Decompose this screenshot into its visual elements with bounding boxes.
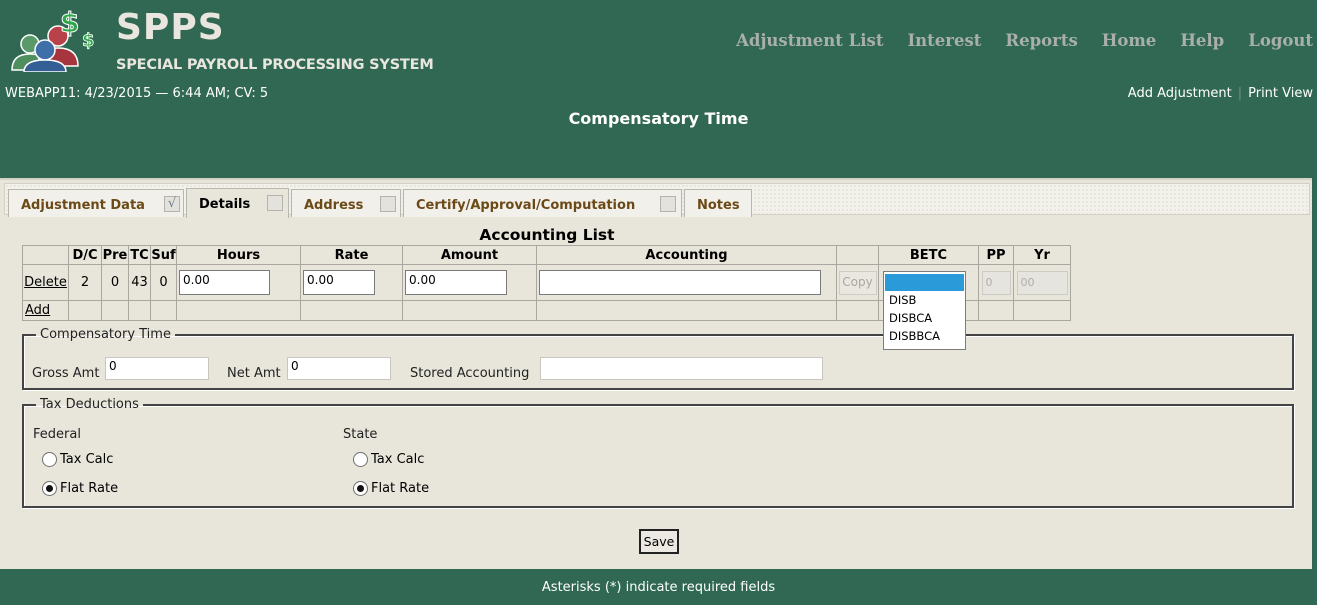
federal-flat-rate-radio[interactable] (42, 481, 57, 496)
tab-adjustment-data[interactable]: Adjustment Data √ (8, 189, 184, 217)
tab-label: Notes (697, 198, 740, 213)
logo-subtitle: SPECIAL PAYROLL PROCESSING SYSTEM (116, 57, 434, 73)
print-view-link[interactable]: Print View (1248, 86, 1313, 101)
delete-link[interactable]: Delete (24, 275, 67, 290)
betc-option-disbbca[interactable]: DISBBCA (884, 327, 965, 345)
column-header-rate: Rate (300, 245, 403, 265)
compensatory-time-fieldset: Compensatory Time Gross Amt 0 Net Amt 0 … (22, 327, 1294, 390)
betc-option-disb[interactable]: DISB (884, 291, 965, 309)
svg-text:$: $ (82, 30, 95, 51)
tax-deductions-fieldset: Tax Deductions Federal Tax Calc Flat Rat… (22, 397, 1294, 508)
column-header-copy (836, 245, 879, 265)
state-flat-rate-radio[interactable] (353, 481, 368, 496)
nav-adjustment-list[interactable]: Adjustment List (736, 30, 883, 52)
add-adjustment-link[interactable]: Add Adjustment (1128, 86, 1232, 101)
status-line: WEBAPP11: 4/23/2015 — 6:44 AM; CV: 5 (5, 86, 269, 101)
betc-option-disbca[interactable]: DISBCA (884, 309, 965, 327)
action-cell: Delete (22, 264, 69, 301)
add-link[interactable]: Add (25, 303, 50, 318)
radio-label: Flat Rate (60, 481, 119, 496)
stored-accounting-label: Stored Accounting (410, 366, 530, 381)
copy-button[interactable]: Copy (838, 270, 877, 295)
state-label: State (343, 427, 378, 442)
rate-input[interactable]: 0.00 (303, 270, 375, 295)
accounting-input[interactable] (539, 270, 821, 295)
tab-notes[interactable]: Notes (684, 189, 752, 217)
accounting-list-title: Accounting List (479, 226, 615, 244)
column-header-suf: Suf (150, 245, 177, 265)
tab-label: Certify/Approval/Computation (416, 198, 636, 213)
yr-input[interactable]: 00 (1016, 270, 1068, 295)
nav-reports[interactable]: Reports (1005, 30, 1077, 52)
footer-note: Asterisks (*) indicate required fields (541, 580, 776, 595)
column-header-pp: PP (978, 245, 1014, 265)
sublinks: Add Adjustment | Print View (1128, 86, 1313, 101)
stored-accounting-input[interactable] (540, 357, 823, 380)
logo[interactable]: $ $ SPPS SPECIAL PAYROLL PROCESSING SYST… (8, 6, 438, 73)
logo-title: SPPS (116, 7, 225, 48)
net-amt-label: Net Amt (227, 366, 281, 381)
betc-dropdown-list[interactable]: DISB DISBCA DISBBCA (883, 271, 966, 350)
link-separator: | (1237, 86, 1243, 101)
nav-help[interactable]: Help (1180, 30, 1224, 52)
tab-complete-checkbox (267, 195, 283, 211)
column-header-action (22, 245, 69, 265)
table-header-row: D/C Pre TC Suf Hours Rate Amount Account… (22, 245, 1071, 265)
top-navigation: Adjustment List Interest Reports Home He… (712, 30, 1313, 52)
amount-input[interactable]: 0.00 (405, 270, 507, 295)
column-header-yr: Yr (1013, 245, 1071, 265)
people-dollar-icon: $ $ (11, 6, 95, 72)
federal-tax-calc-radio[interactable] (42, 452, 57, 467)
tab-complete-checkbox (380, 196, 396, 212)
radio-label: Flat Rate (371, 481, 430, 496)
net-amt-input[interactable]: 0 (287, 357, 391, 380)
tab-details[interactable]: Details (186, 188, 289, 218)
column-header-tc: TC (128, 245, 151, 265)
column-header-accounting: Accounting (536, 245, 837, 265)
gross-amt-label: Gross Amt (32, 366, 100, 381)
betc-option-blank[interactable] (885, 274, 964, 291)
tab-address[interactable]: Address (291, 189, 401, 217)
dc-cell: 2 (68, 264, 102, 301)
compensatory-time-legend: Compensatory Time (40, 327, 171, 342)
state-tax-calc-radio[interactable] (353, 452, 368, 467)
header: $ $ SPPS SPECIAL PAYROLL PROCESSING SYST… (0, 0, 1317, 180)
radio-label: Tax Calc (371, 452, 425, 467)
tab-label: Details (199, 197, 251, 212)
tc-cell: 43 (128, 264, 151, 301)
tax-deductions-legend: Tax Deductions (40, 397, 139, 412)
column-header-amount: Amount (402, 245, 537, 265)
tab-certify-approval-computation[interactable]: Certify/Approval/Computation (403, 189, 682, 217)
tab-complete-checkbox (660, 196, 676, 212)
state-tax-calc-option[interactable]: Tax Calc (353, 452, 424, 467)
svg-text:$: $ (60, 6, 79, 39)
tab-label: Address (304, 198, 364, 213)
suf-cell: 0 (150, 264, 177, 301)
hours-input[interactable]: 0.00 (179, 270, 270, 295)
federal-label: Federal (33, 427, 81, 442)
federal-tax-calc-option[interactable]: Tax Calc (42, 452, 113, 467)
state-flat-rate-option[interactable]: Flat Rate (353, 481, 429, 496)
content-panel: Adjustment Data √ Details Address Certif… (0, 178, 1312, 569)
gross-amt-input[interactable]: 0 (105, 357, 209, 380)
radio-label: Tax Calc (60, 452, 114, 467)
tab-strip: Adjustment Data √ Details Address Certif… (4, 183, 1310, 218)
nav-interest[interactable]: Interest (907, 30, 981, 52)
page-title: Compensatory Time (568, 109, 749, 128)
save-button[interactable]: Save (639, 529, 679, 554)
pre-cell: 0 (101, 264, 129, 301)
federal-flat-rate-option[interactable]: Flat Rate (42, 481, 118, 496)
column-header-pre: Pre (101, 245, 129, 265)
nav-logout[interactable]: Logout (1248, 30, 1313, 52)
column-header-dc: D/C (68, 245, 102, 265)
pp-input[interactable]: 0 (981, 270, 1011, 295)
column-header-betc: BETC (878, 245, 979, 265)
tab-label: Adjustment Data (21, 198, 145, 213)
column-header-hours: Hours (176, 245, 301, 265)
tab-complete-checkbox: √ (164, 196, 180, 212)
nav-home[interactable]: Home (1102, 30, 1157, 52)
